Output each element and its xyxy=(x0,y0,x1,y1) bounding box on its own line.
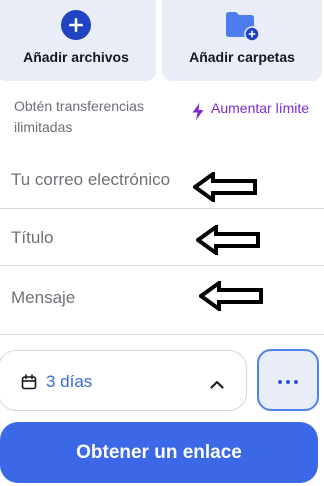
left-arrow-icon xyxy=(197,279,263,316)
left-arrow-icon xyxy=(194,223,260,260)
message-field[interactable]: Mensaje xyxy=(0,266,324,335)
more-options-button[interactable] xyxy=(257,349,319,411)
left-arrow-icon xyxy=(191,170,257,207)
upsell-banner: Obtén transferencias ilimitadas Aumentar… xyxy=(14,96,314,138)
lightning-bolt-icon xyxy=(192,103,204,125)
more-dots-icon xyxy=(278,371,298,389)
email-field[interactable]: Tu correo electrónico xyxy=(0,152,324,209)
increase-limit-label: Aumentar límite xyxy=(211,100,310,116)
add-folders-label: Añadir carpetas xyxy=(189,49,295,65)
title-placeholder: Título xyxy=(11,228,54,247)
expiry-select[interactable]: 3 días xyxy=(0,350,247,411)
add-files-button[interactable]: Añadir archivos xyxy=(0,0,156,81)
message-placeholder: Mensaje xyxy=(11,288,76,307)
title-field[interactable]: Título xyxy=(0,209,324,266)
get-link-button[interactable]: Obtener un enlace xyxy=(0,422,318,483)
add-folders-button[interactable]: Añadir carpetas xyxy=(162,0,322,81)
add-actions-row: Añadir archivos Añadir carpetas xyxy=(0,0,324,82)
calendar-icon xyxy=(21,374,37,395)
get-link-label: Obtener un enlace xyxy=(76,441,242,463)
plus-circle-icon xyxy=(61,10,91,45)
options-row: 3 días xyxy=(0,349,324,413)
folder-plus-icon xyxy=(224,10,260,47)
upsell-text: Obtén transferencias ilimitadas xyxy=(14,98,144,135)
email-placeholder: Tu correo electrónico xyxy=(11,170,171,189)
expiry-value: 3 días xyxy=(46,372,93,391)
chevron-up-icon xyxy=(210,376,224,394)
increase-limit-button[interactable]: Aumentar límite xyxy=(192,99,311,125)
add-files-label: Añadir archivos xyxy=(23,49,129,65)
